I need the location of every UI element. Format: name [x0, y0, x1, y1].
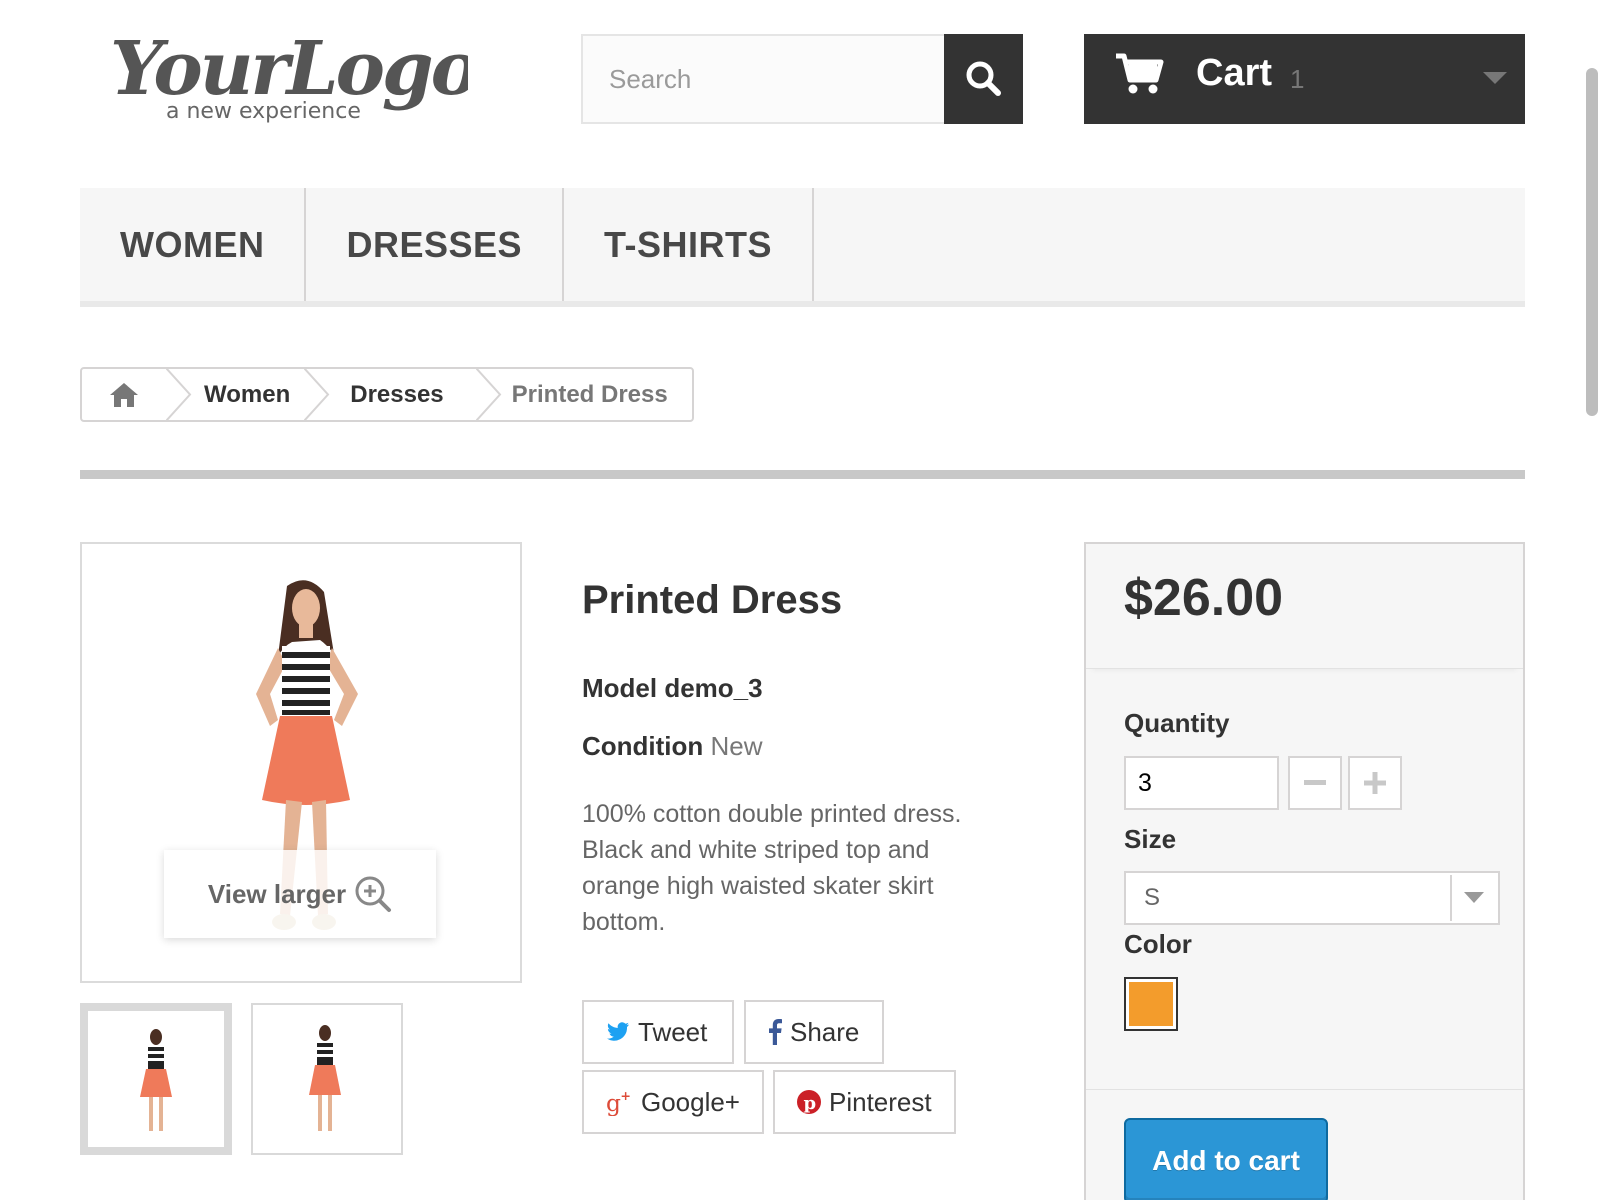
main-menu: WOMEN DRESSES T-SHIRTS: [80, 188, 1525, 307]
share-label: Share: [790, 1016, 860, 1047]
logo-graphic: YourLogo a new experience: [110, 26, 481, 124]
logo-tagline: a new experience: [166, 99, 361, 124]
color-label: Color: [1124, 929, 1192, 959]
share-button[interactable]: Share: [744, 1000, 884, 1064]
facebook-icon: [769, 1019, 782, 1045]
twitter-icon: [607, 1022, 629, 1041]
pinterest-icon: p: [797, 1090, 821, 1114]
pinterest-label: Pinterest: [829, 1086, 932, 1117]
product-description: 100% cotton double printed dress. Black …: [582, 800, 962, 936]
menu-item-dresses[interactable]: DRESSES: [306, 188, 565, 301]
breadcrumb-separator: [304, 369, 330, 420]
size-selected-value: S: [1144, 884, 1161, 911]
thumbnail-photo: [140, 1029, 172, 1131]
quantity-input[interactable]: [1124, 756, 1279, 810]
cart-count: 1: [1290, 64, 1305, 94]
size-label: Size: [1124, 824, 1177, 854]
dropdown-arrow: [1450, 875, 1496, 921]
chevron-down-icon: [1483, 72, 1507, 84]
cart-label: Cart: [1196, 52, 1273, 94]
svg-text:p: p: [804, 1093, 817, 1114]
buy-box-separator: [1086, 1089, 1523, 1090]
product-title: Printed Dress: [582, 578, 843, 622]
section-divider: [80, 470, 1525, 479]
quantity-label: Quantity: [1124, 708, 1230, 738]
thumbnail-photo: [309, 1025, 341, 1131]
view-larger-label: View larger: [207, 878, 347, 909]
shopping-cart-icon: [1116, 53, 1164, 94]
chevron-down-icon: [1464, 892, 1484, 903]
swatch-fill: [1129, 982, 1173, 1026]
product-thumbnail-1[interactable]: [80, 1003, 232, 1155]
search-button[interactable]: [944, 34, 1023, 124]
breadcrumb-current: Printed Dress: [511, 380, 668, 408]
google-plus-button[interactable]: g + Google+: [582, 1070, 764, 1134]
site-logo[interactable]: YourLogo a new experience: [108, 22, 481, 132]
menu-item-women[interactable]: WOMEN: [80, 188, 307, 301]
breadcrumb-separator: [166, 369, 192, 420]
breadcrumb-dresses[interactable]: Dresses: [330, 369, 475, 420]
breadcrumb-women[interactable]: Women: [192, 369, 304, 420]
svg-text:+: +: [620, 1088, 631, 1103]
cart-button[interactable]: Cart 1: [1084, 34, 1525, 124]
tweet-label: Tweet: [638, 1016, 708, 1047]
product-main-image[interactable]: View larger: [80, 542, 522, 983]
search-input[interactable]: [583, 36, 944, 122]
pinterest-button[interactable]: p Pinterest: [773, 1070, 956, 1134]
search-icon: [966, 61, 1001, 96]
product-thumbnail-2[interactable]: [251, 1003, 403, 1155]
condition-label: Condition: [582, 731, 704, 761]
breadcrumb-separator: [475, 369, 502, 420]
scrollbar-thumb[interactable]: [1586, 68, 1598, 416]
add-to-cart-button[interactable]: Add to cart: [1124, 1118, 1328, 1200]
menu-item-tshirts[interactable]: T-SHIRTS: [564, 188, 815, 301]
search-bar: [581, 34, 1023, 124]
google-plus-label: Google+: [640, 1086, 740, 1117]
size-select[interactable]: S: [1124, 871, 1500, 925]
svg-text:g: g: [606, 1089, 621, 1116]
breadcrumb-home[interactable]: [82, 369, 166, 420]
plus-icon: [1364, 772, 1386, 794]
zoom-in-icon: [355, 876, 392, 912]
home-icon: [110, 382, 138, 407]
product-price: $26.00: [1124, 569, 1284, 627]
view-larger-button[interactable]: View larger: [164, 850, 436, 938]
quantity-increase-button[interactable]: [1348, 756, 1402, 810]
color-swatch-orange[interactable]: [1124, 977, 1178, 1031]
tweet-button[interactable]: Tweet: [582, 1000, 734, 1064]
buy-box: $26.00 Quantity Size S Color Add to cart: [1084, 542, 1525, 1200]
minus-icon: [1304, 780, 1326, 785]
condition-value: New: [710, 731, 763, 761]
breadcrumb: Women Dresses Printed Dress: [80, 367, 694, 422]
google-plus-icon: g +: [606, 1088, 631, 1116]
quantity-decrease-button[interactable]: [1288, 756, 1342, 810]
product-model: Model demo_3: [582, 673, 763, 703]
product-condition: Condition New: [582, 731, 763, 762]
